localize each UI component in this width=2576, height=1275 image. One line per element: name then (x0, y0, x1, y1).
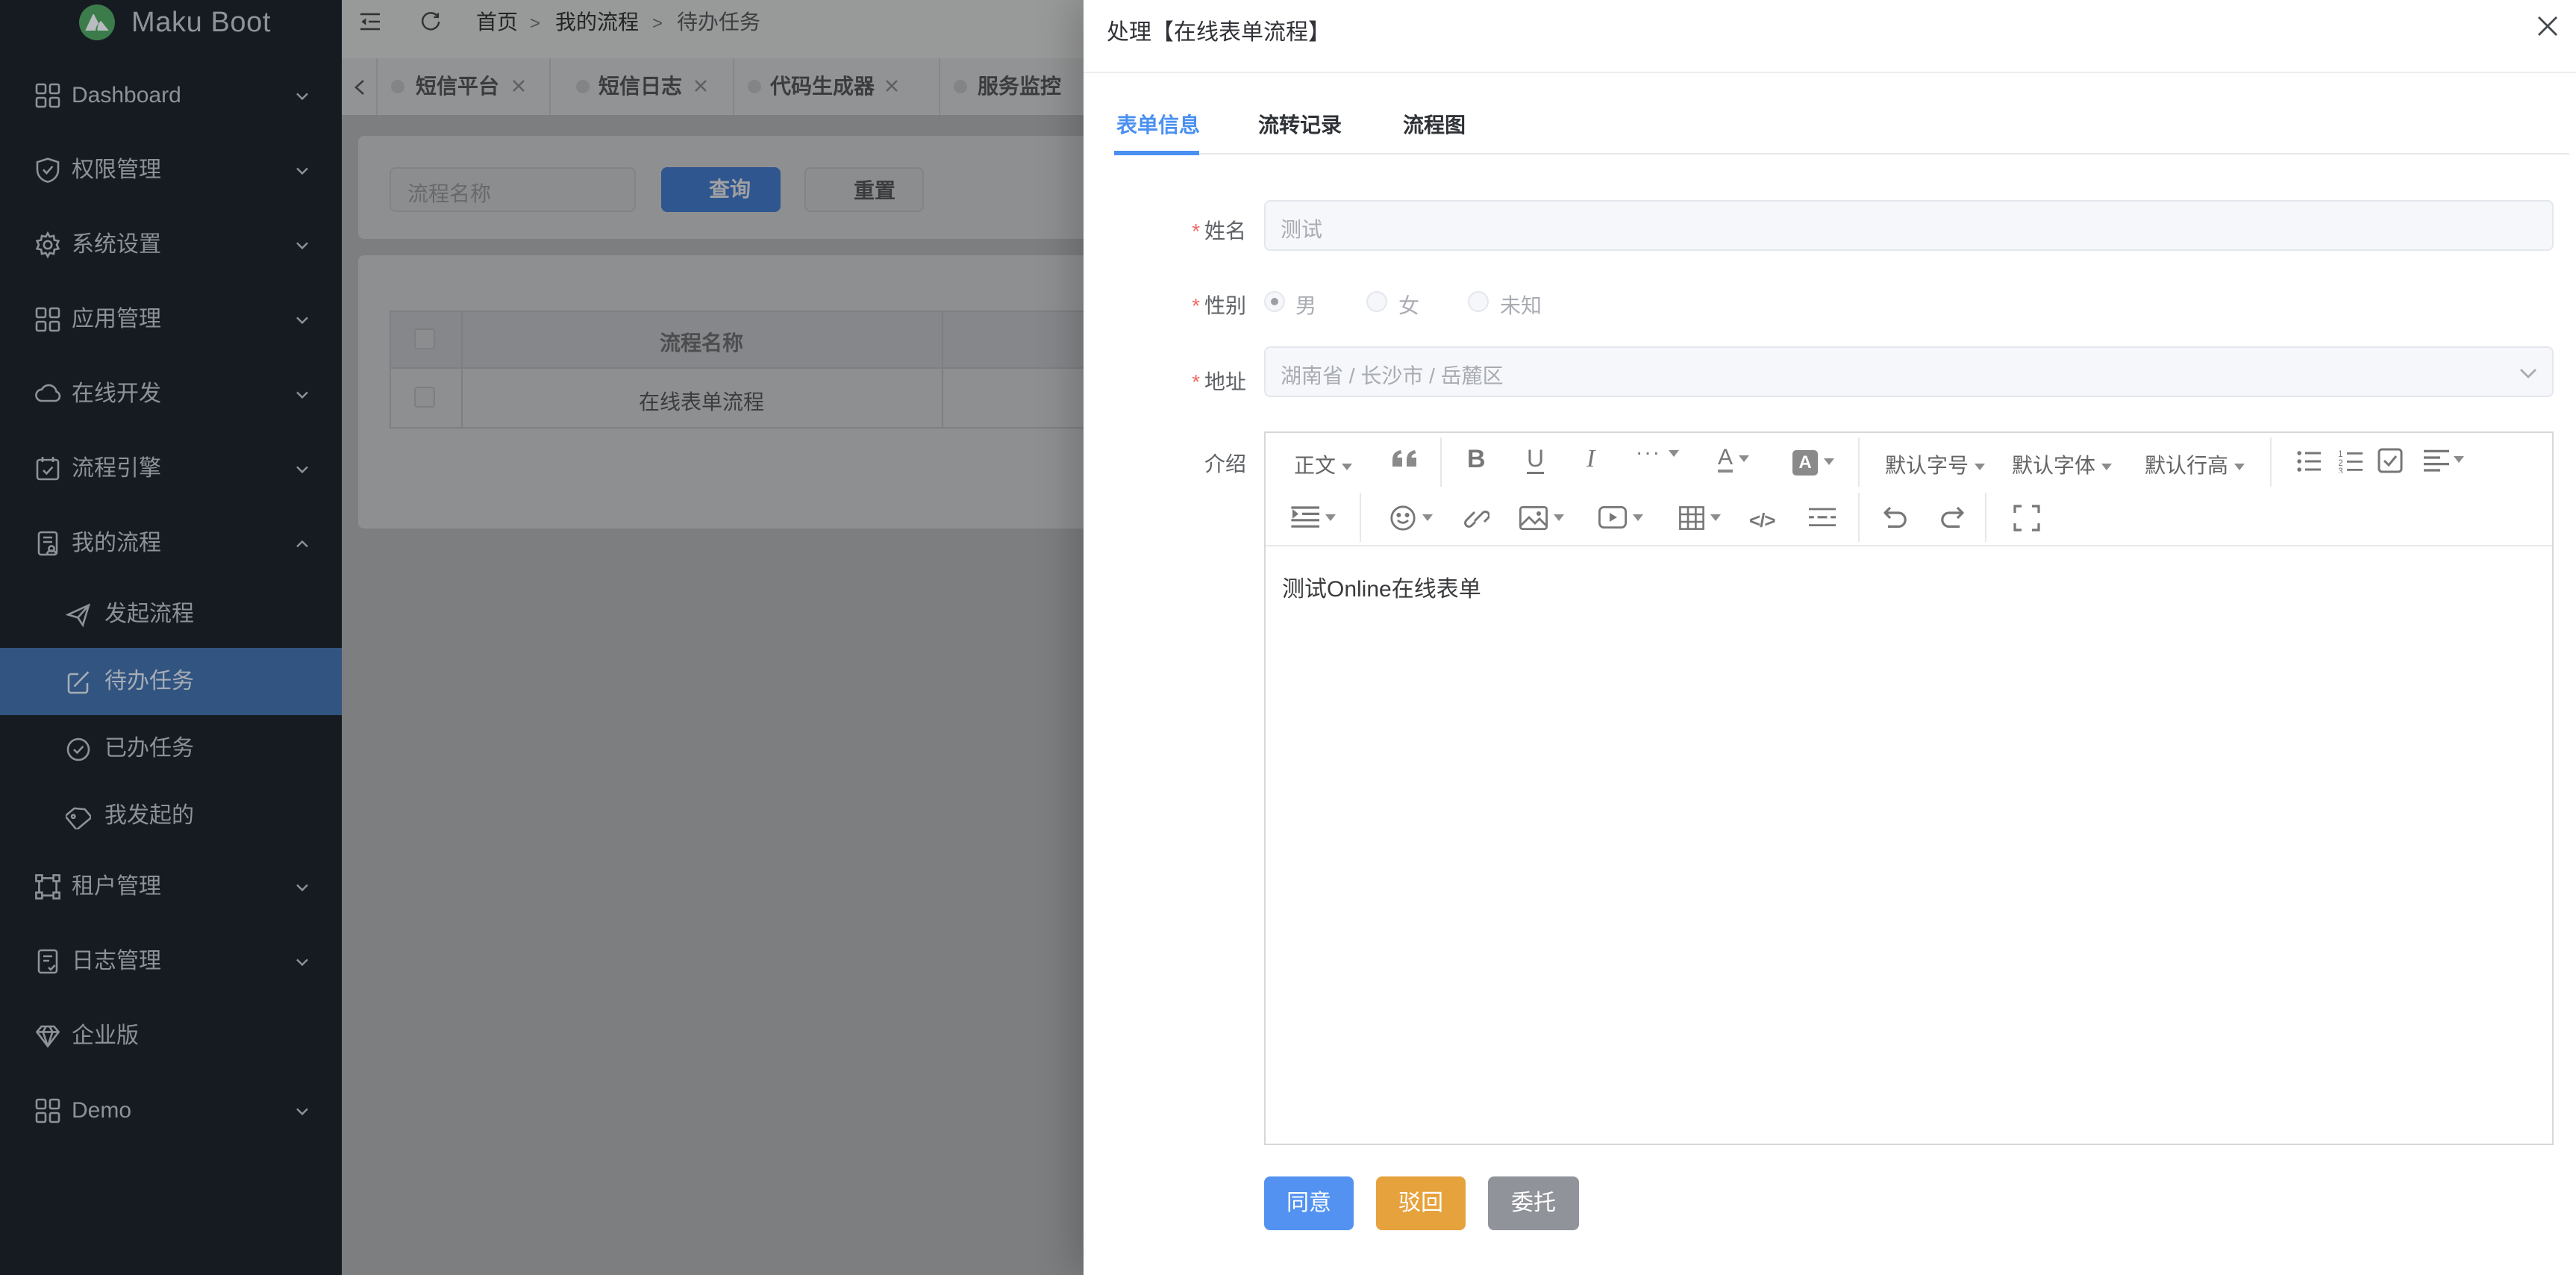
svg-text:3: 3 (2339, 466, 2343, 473)
